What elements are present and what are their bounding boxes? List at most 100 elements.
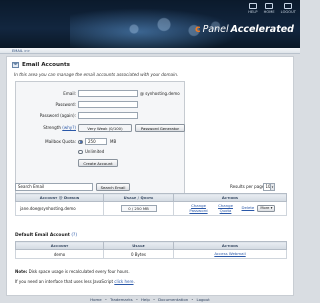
email-label: Email: <box>63 91 76 96</box>
table-row: demo 0 Bytes Access Webmail <box>15 249 287 259</box>
password-row: Password: <box>16 101 186 109</box>
footer-link-home[interactable]: Home <box>90 297 102 302</box>
quota-label: Mailbox Quota: <box>45 139 76 144</box>
top-link-help-label: HELP <box>248 10 258 14</box>
top-link-home[interactable]: HOME <box>264 3 275 14</box>
password-again-label: Password (again): <box>39 113 76 118</box>
top-link-logout[interactable]: LOGOUT <box>281 3 296 14</box>
change-quota-link[interactable]: Change Quota <box>216 204 236 213</box>
mail-icon <box>12 62 19 68</box>
default-header-usage: Usage <box>103 241 174 250</box>
page-title: Email Accounts <box>12 62 70 68</box>
top-link-help[interactable]: HELP <box>248 3 258 14</box>
unlimited-row: Unlimited <box>16 148 186 156</box>
brand-name: Panel <box>202 24 229 35</box>
help-icon <box>248 3 257 9</box>
password-field[interactable] <box>78 101 138 108</box>
header-account: Account <box>39 195 58 200</box>
default-header-actions: Actions <box>173 241 287 250</box>
results-per-page-label: Results per page: <box>230 184 266 189</box>
quota-limited-radio[interactable] <box>78 139 83 144</box>
email-row: Email: @ synhosting.demo <box>16 90 186 98</box>
search-email-button[interactable]: Search Email <box>96 183 130 191</box>
password-label: Password: <box>55 102 76 107</box>
header-banner: HELP HOME LOGOUT c Panel Accelerated <box>0 0 300 48</box>
page-title-text: Email Accounts <box>22 62 70 68</box>
strength-why-link[interactable]: (why?) <box>62 125 76 130</box>
help-icon[interactable]: (?) <box>71 233 77 238</box>
breadcrumb[interactable]: EMAIL >> <box>12 49 30 53</box>
strength-label-text: Strength <box>43 125 61 130</box>
header-slash: / <box>137 195 140 200</box>
top-links: HELP HOME LOGOUT <box>248 3 296 14</box>
default-account-name: demo <box>15 249 104 259</box>
quota-unit: MB <box>110 139 117 144</box>
account-usage-cell: 0 / 250 MB <box>103 201 174 216</box>
javascript-note: If you need an interface that uses less … <box>15 279 135 284</box>
top-link-logout-label: LOGOUT <box>280 10 296 14</box>
password-generator-button[interactable]: Password Generator <box>135 124 185 132</box>
more-button[interactable]: More ▾ <box>257 205 276 212</box>
footer: Home • Trademarks • Help • Documentation • L… <box>0 296 300 303</box>
email-field[interactable] <box>78 90 138 97</box>
main-panel: Email Accounts In this area you can mana… <box>6 56 294 296</box>
strength-meter: Very Weak (0/100) <box>78 124 132 132</box>
account-actions-cell: Change Password Change Quota Delete More ▾ <box>173 201 287 216</box>
default-header-row: Account Usage Actions <box>15 241 287 250</box>
footer-link-help[interactable]: Help <box>141 297 150 302</box>
table-header-row: Account @ Domain Usage / Quota Actions <box>15 193 287 202</box>
default-account-title-text: Default Email Account <box>15 233 70 238</box>
quota-input[interactable]: 250 <box>85 138 107 145</box>
account-email: jane.doe@synhosting.demo <box>15 201 104 216</box>
password-again-row: Password (again): <box>16 112 186 120</box>
disk-usage-note: Note: Disk space usage is recalculated e… <box>15 269 130 274</box>
password-again-field[interactable] <box>78 112 138 119</box>
quota-row: Mailbox Quota: 250 MB <box>16 138 186 146</box>
header-at: @ <box>58 195 63 200</box>
js-note-link[interactable]: click here <box>114 279 133 284</box>
header-domain: Domain <box>64 195 80 200</box>
delete-link[interactable]: Delete <box>242 206 255 211</box>
strength-row: Strength (why?) Very Weak (0/100) Passwo… <box>16 124 186 132</box>
header-usage: Usage <box>123 195 137 200</box>
brand-mark: c <box>194 24 201 35</box>
chevron-down-icon: ▾ <box>270 184 274 190</box>
footer-link-trademarks[interactable]: Trademarks <box>110 297 133 302</box>
default-account-action-cell: Access Webmail <box>173 249 287 259</box>
footer-separator: • <box>135 297 138 302</box>
default-account-title: Default Email Account (?) <box>15 233 77 238</box>
results-per-page-select[interactable]: 10 ▾ <box>263 183 275 191</box>
footer-separator: • <box>104 297 107 302</box>
home-icon <box>265 3 274 9</box>
header-usage-quota[interactable]: Usage / Quota <box>103 193 174 202</box>
header-account-domain[interactable]: Account @ Domain <box>15 193 104 202</box>
footer-separator: • <box>152 297 156 302</box>
usage-text: 0 / 250 MB <box>128 206 149 211</box>
footer-link-documentation[interactable]: Documentation <box>158 297 188 302</box>
access-webmail-link[interactable]: Access Webmail <box>214 251 245 256</box>
domain-suffix: @ synhosting.demo <box>140 91 180 96</box>
strength-label: Strength (why?) <box>43 125 76 130</box>
js-note-suffix: . <box>133 279 135 284</box>
note-text: Disk space usage is recalculated every f… <box>28 269 130 274</box>
create-row: Create Account <box>16 159 186 167</box>
footer-link-logout[interactable]: Logout <box>196 297 209 302</box>
table-row: jane.doe@synhosting.demo 0 / 250 MB Chan… <box>15 201 287 216</box>
search-input[interactable]: Search Email <box>15 183 93 191</box>
unlimited-label: Unlimited <box>85 149 105 154</box>
breadcrumb-bar: EMAIL >> <box>0 48 300 54</box>
default-account-usage: 0 Bytes <box>103 249 174 259</box>
default-account-table: Account Usage Actions demo 0 Bytes Acces… <box>15 241 287 259</box>
brand-logo: c Panel Accelerated <box>195 24 294 35</box>
js-note-prefix: If you need an interface that uses less … <box>15 279 114 284</box>
page-intro: In this area you can manage the email ac… <box>14 72 179 77</box>
top-link-home-label: HOME <box>263 10 275 14</box>
note-label: Note: <box>15 269 28 274</box>
change-password-link[interactable]: Change Password <box>188 204 210 213</box>
quota-unlimited-radio[interactable] <box>78 149 83 154</box>
usage-bar: 0 / 250 MB <box>120 205 157 212</box>
header-quota: Quota <box>140 195 154 200</box>
create-account-button[interactable]: Create Account <box>78 159 118 167</box>
logout-icon <box>284 3 293 9</box>
email-accounts-table: Account @ Domain Usage / Quota Actions j… <box>15 193 287 216</box>
